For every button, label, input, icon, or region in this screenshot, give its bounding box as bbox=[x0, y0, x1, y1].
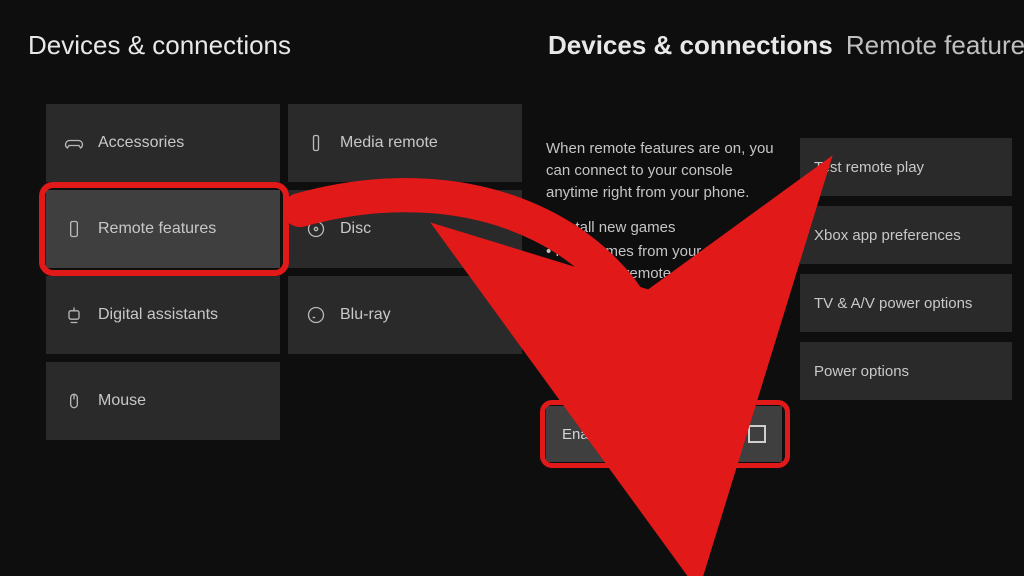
tile-remote-features[interactable]: Remote features bbox=[46, 190, 280, 268]
bluray-icon bbox=[306, 305, 326, 325]
tile-accessories[interactable]: Accessories bbox=[46, 104, 280, 182]
side-item-label: TV & A/V power options bbox=[814, 295, 972, 312]
tile-mouse[interactable]: Mouse bbox=[46, 362, 280, 440]
disc-icon bbox=[306, 219, 326, 239]
info-bullets: • Install new games • Play games from yo… bbox=[546, 217, 782, 354]
remote-icon bbox=[306, 133, 326, 153]
side-item-tv-av-power[interactable]: TV & A/V power options bbox=[800, 274, 1012, 332]
side-item-label: Xbox app preferences bbox=[814, 227, 961, 244]
bullet: • Play games from your console using Xbo… bbox=[546, 241, 782, 285]
enable-remote-features-toggle[interactable]: Enable remote features bbox=[546, 406, 782, 462]
side-options-list: Test remote play Xbox app preferences TV… bbox=[800, 138, 1012, 410]
side-item-label: Power options bbox=[814, 363, 909, 380]
tile-label: Accessories bbox=[98, 134, 184, 152]
title-main: Devices & connections bbox=[548, 30, 833, 60]
left-settings-panel: Devices & connections Accessories Media … bbox=[0, 0, 518, 576]
enable-label: Enable remote features bbox=[562, 426, 718, 443]
tile-label: Remote features bbox=[98, 220, 216, 238]
page-title-right: Devices & connections Remote features bbox=[548, 30, 1024, 61]
mouse-icon bbox=[64, 391, 84, 411]
phone-icon bbox=[64, 219, 84, 239]
tile-label: Media remote bbox=[340, 134, 438, 152]
checkbox-icon bbox=[748, 425, 766, 443]
tile-label: Digital assistants bbox=[98, 306, 218, 324]
bullet: • Turn on and control your console bbox=[546, 287, 782, 309]
bullet: • Chat with friends on Discord, right on… bbox=[546, 310, 782, 354]
tile-label: Mouse bbox=[98, 392, 146, 410]
assistant-icon bbox=[64, 305, 84, 325]
title-sub: Remote features bbox=[846, 30, 1024, 60]
tile-label: Disc bbox=[340, 220, 371, 238]
page-title-left: Devices & connections bbox=[28, 30, 291, 61]
side-item-label: Test remote play bbox=[814, 159, 924, 176]
controller-icon bbox=[64, 133, 84, 153]
tile-disc[interactable]: Disc bbox=[288, 190, 522, 268]
remote-features-info: When remote features are on, you can con… bbox=[546, 138, 782, 356]
bullet: • Install new games bbox=[546, 217, 782, 239]
side-item-power-options[interactable]: Power options bbox=[800, 342, 1012, 400]
right-settings-panel: Devices & connections Remote features Wh… bbox=[520, 0, 1024, 576]
side-item-xbox-app-preferences[interactable]: Xbox app preferences bbox=[800, 206, 1012, 264]
side-item-test-remote-play[interactable]: Test remote play bbox=[800, 138, 1012, 196]
tile-media-remote[interactable]: Media remote bbox=[288, 104, 522, 182]
info-intro: When remote features are on, you can con… bbox=[546, 138, 782, 203]
tile-digital-assistants[interactable]: Digital assistants bbox=[46, 276, 280, 354]
tile-label: Blu-ray bbox=[340, 306, 391, 324]
tile-bluray[interactable]: Blu-ray bbox=[288, 276, 522, 354]
